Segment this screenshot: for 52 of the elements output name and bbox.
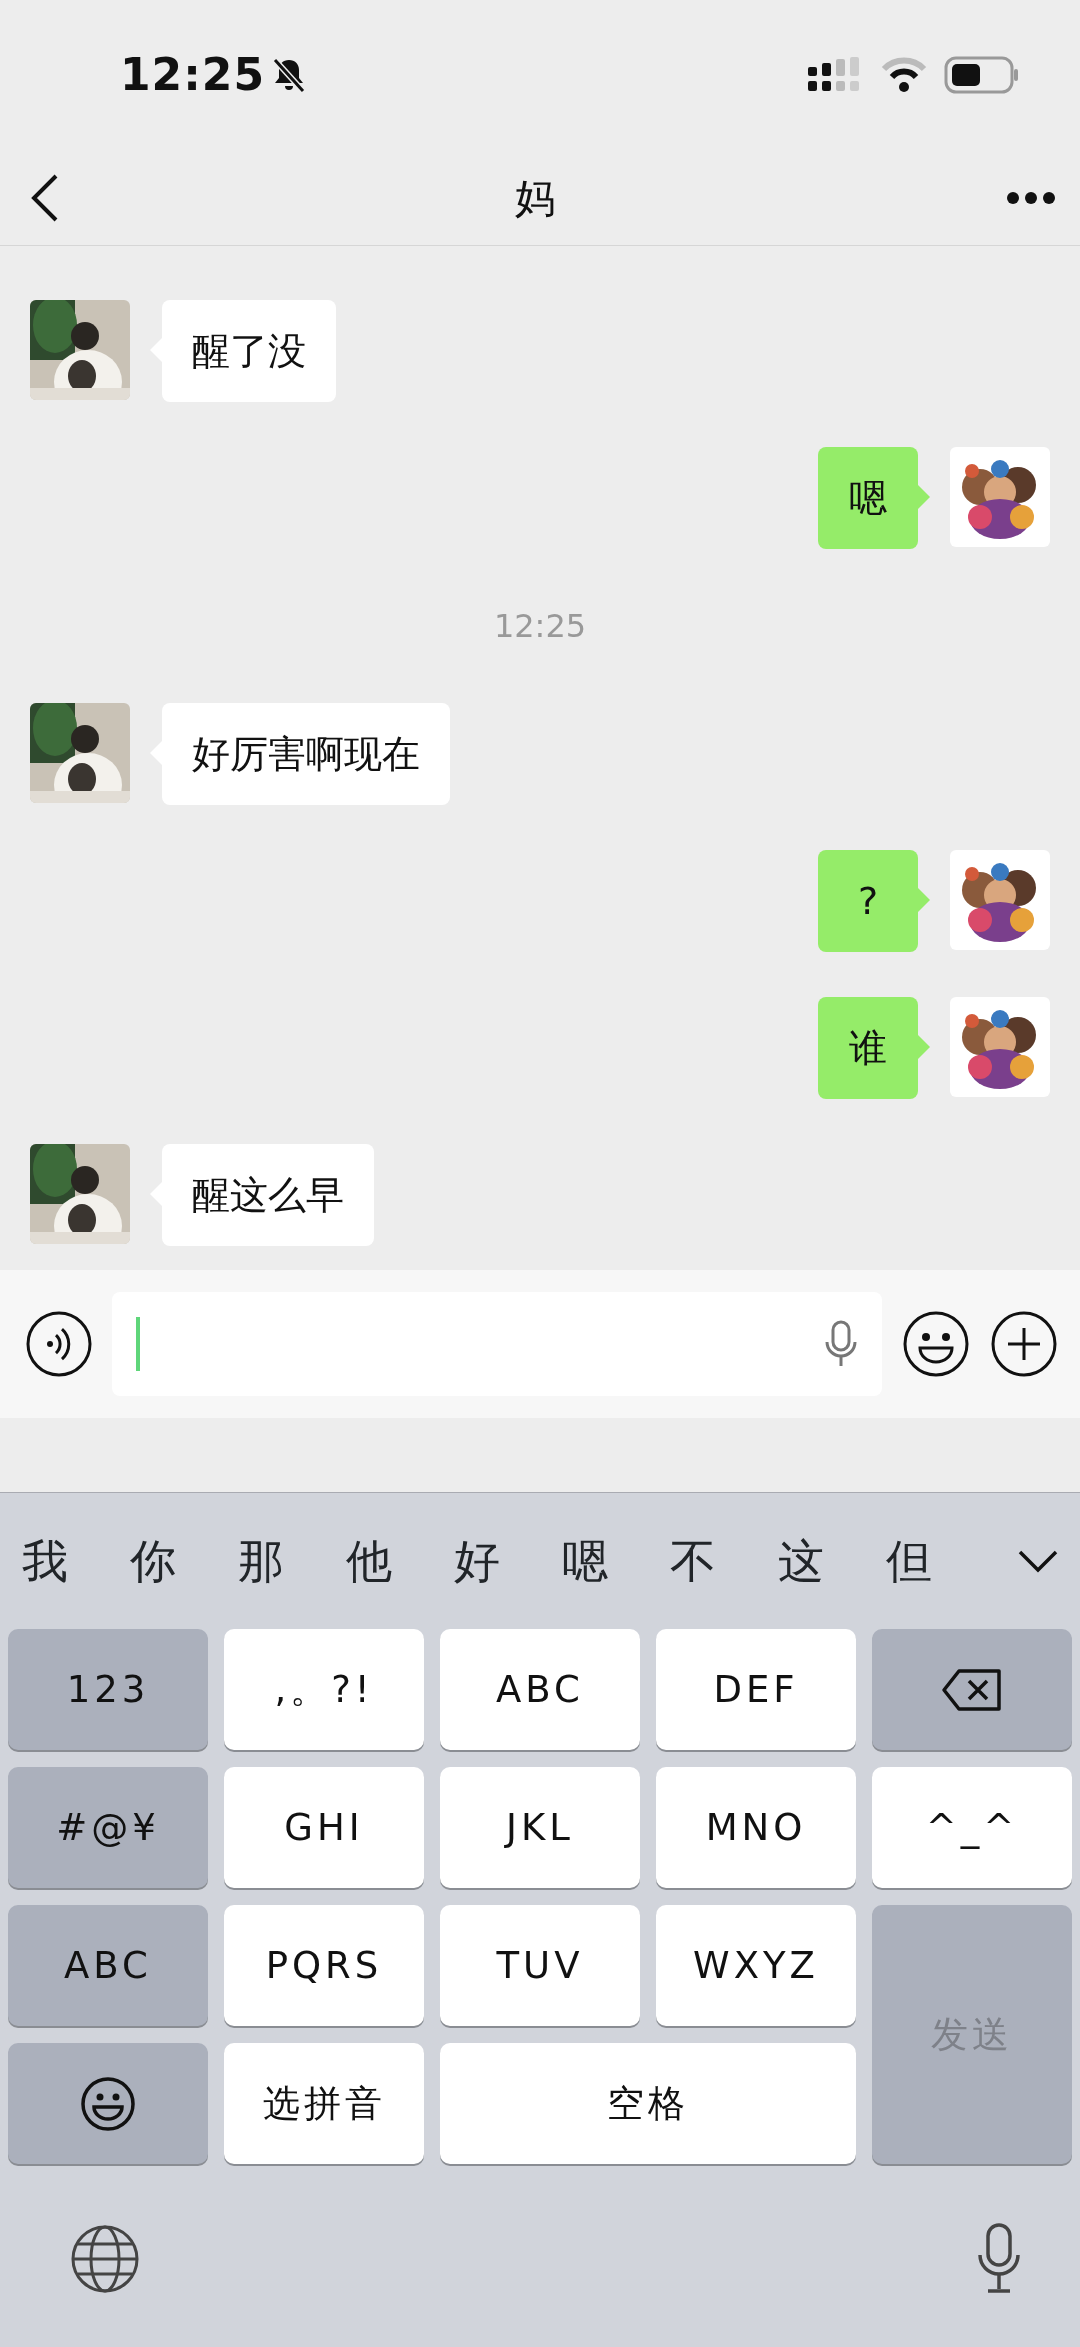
key[interactable]: TUV <box>440 1905 640 2026</box>
bubble-tail <box>918 888 930 912</box>
bubble-tail <box>918 1035 930 1059</box>
plus-icon[interactable] <box>990 1310 1058 1378</box>
backspace-icon <box>941 1667 1003 1712</box>
candidate-word[interactable]: 你 <box>130 1526 238 1596</box>
microphone-icon[interactable] <box>976 2223 1022 2295</box>
message-bubble: ? <box>818 850 918 952</box>
bubble-tail <box>918 485 930 509</box>
more-icon[interactable] <box>1006 190 1056 205</box>
emoji-key[interactable] <box>8 2043 208 2164</box>
battery-icon <box>944 56 1020 94</box>
candidate-word[interactable]: 那 <box>238 1526 346 1596</box>
key[interactable]: JKL <box>440 1767 640 1888</box>
message-bubble: 好厉害啊现在 <box>162 703 450 805</box>
smiley-icon <box>80 2075 136 2132</box>
globe-icon[interactable] <box>70 2224 140 2294</box>
space-key[interactable]: 空格 <box>440 2043 856 2164</box>
key[interactable]: ,。?! <box>224 1629 424 1750</box>
message-input-field[interactable] <box>112 1292 882 1396</box>
message-bubble: 醒这么早 <box>162 1144 374 1246</box>
candidate-word[interactable]: 这 <box>778 1526 886 1596</box>
candidate-word[interactable]: 但 <box>886 1526 994 1596</box>
key[interactable]: 选拼音 <box>224 2043 424 2164</box>
chevron-down-icon[interactable] <box>1016 1548 1060 1574</box>
voice-icon[interactable] <box>26 1311 92 1377</box>
candidate-word[interactable]: 好 <box>454 1526 562 1596</box>
message-bubble: 醒了没 <box>162 300 336 402</box>
key[interactable]: WXYZ <box>656 1905 856 2026</box>
candidate-word[interactable]: 我 <box>22 1526 130 1596</box>
timestamp: 12:25 <box>492 606 588 647</box>
key[interactable]: GHI <box>224 1767 424 1888</box>
key[interactable]: 123 <box>8 1629 208 1750</box>
message-bubble: 谁 <box>818 997 918 1099</box>
candidate-word[interactable]: 嗯 <box>562 1526 670 1596</box>
microphone-icon[interactable] <box>824 1320 858 1368</box>
clock-time: 12:25 <box>120 48 266 102</box>
text-cursor <box>136 1317 140 1371</box>
message-bubble: 嗯 <box>818 447 918 549</box>
key[interactable]: ABC <box>440 1629 640 1750</box>
key[interactable]: ABC <box>8 1905 208 2026</box>
delete-key[interactable] <box>872 1629 1072 1750</box>
key[interactable]: DEF <box>656 1629 856 1750</box>
key[interactable]: MNO <box>656 1767 856 1888</box>
key[interactable]: PQRS <box>224 1905 424 2026</box>
key[interactable]: #@¥ <box>8 1767 208 1888</box>
candidate-word[interactable]: 他 <box>346 1526 454 1596</box>
wifi-icon <box>880 57 928 93</box>
candidate-word[interactable]: 不 <box>670 1526 778 1596</box>
smiley-icon[interactable] <box>902 1310 970 1378</box>
chat-title: 妈 <box>515 173 555 223</box>
key[interactable]: ^_^ <box>872 1767 1072 1888</box>
